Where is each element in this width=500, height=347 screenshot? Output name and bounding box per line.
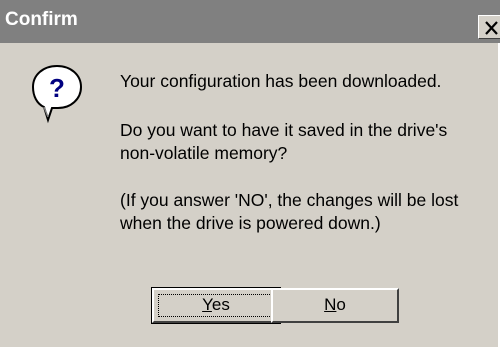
yes-button[interactable]: Yes bbox=[151, 287, 281, 324]
no-button[interactable]: No bbox=[271, 288, 399, 323]
message-line-4: (If you answer 'NO', the changes will be… bbox=[120, 190, 459, 210]
message-line-5: when the drive is powered down.) bbox=[120, 213, 381, 233]
message-line-2: Do you want to have it saved in the driv… bbox=[120, 120, 448, 140]
no-button-label: No bbox=[324, 295, 346, 314]
yes-label-rest: es bbox=[211, 295, 230, 314]
yes-button-label: Yes bbox=[202, 295, 230, 314]
dialog-title: Confirm bbox=[5, 9, 78, 30]
no-mnemonic: N bbox=[324, 295, 337, 314]
question-icon: ? bbox=[31, 64, 83, 124]
message-line-1: Your configuration has been downloaded. bbox=[120, 71, 442, 91]
no-label-rest: o bbox=[336, 295, 346, 314]
close-icon bbox=[485, 21, 498, 35]
question-mark: ? bbox=[49, 73, 65, 103]
confirm-dialog: Confirm ? Your configuration has been do… bbox=[0, 0, 500, 347]
yes-mnemonic: Y bbox=[202, 295, 212, 314]
title-bar[interactable]: Confirm bbox=[0, 0, 500, 43]
close-button[interactable] bbox=[478, 15, 500, 39]
message-line-3: non-volatile memory? bbox=[120, 143, 288, 163]
